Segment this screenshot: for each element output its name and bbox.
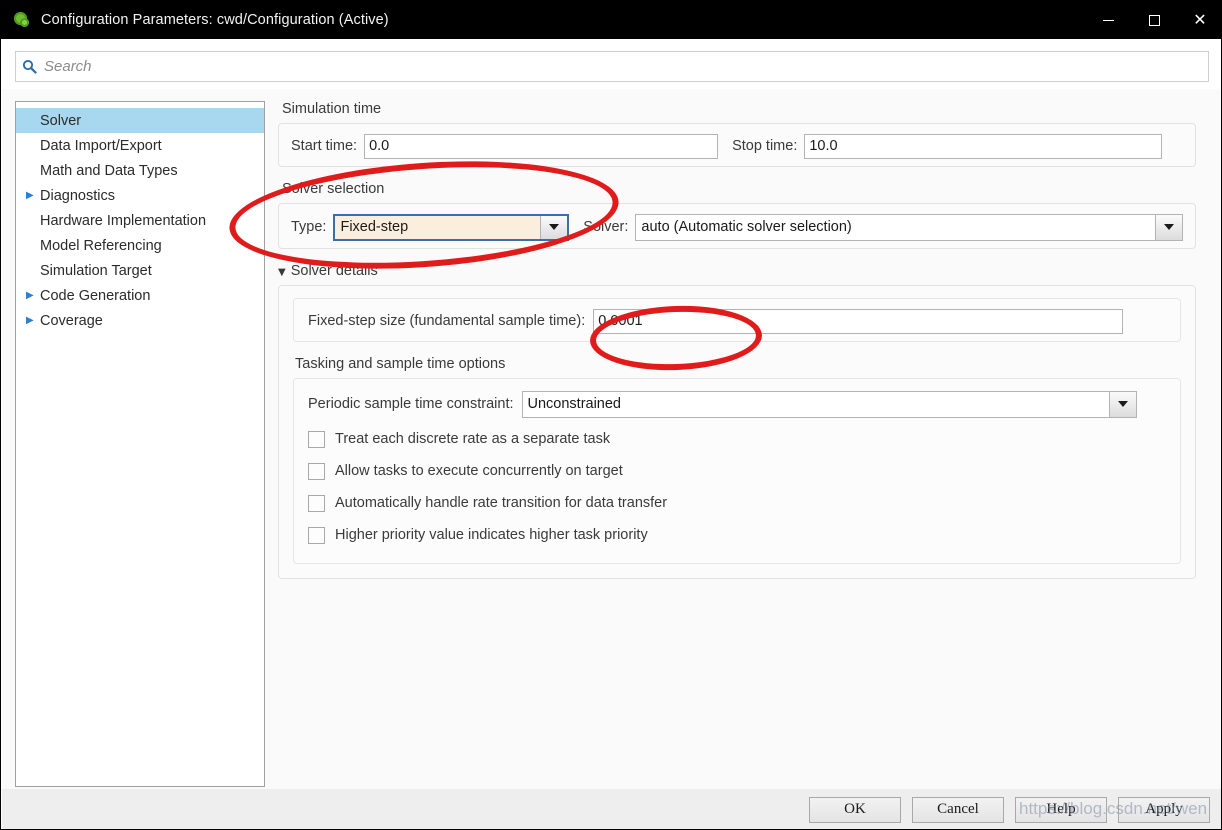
solver-type-value: Fixed-step: [335, 215, 541, 239]
checkbox-label: Allow tasks to execute concurrently on t…: [335, 463, 623, 479]
checkbox-concurrent-tasks[interactable]: [308, 462, 325, 480]
chevron-right-icon[interactable]: ▶: [26, 315, 40, 326]
caret-down-icon[interactable]: ▼: [278, 267, 286, 278]
search-input[interactable]: [42, 52, 1208, 81]
chevron-down-icon[interactable]: [1108, 391, 1136, 417]
checkbox-row-discrete-rate[interactable]: Treat each discrete rate as a separate t…: [308, 423, 1166, 455]
settings-tree[interactable]: Solver Data Import/Export Math and Data …: [15, 101, 265, 787]
start-time-input[interactable]: [364, 133, 719, 159]
chevron-down-icon[interactable]: [1155, 214, 1182, 240]
chevron-right-icon[interactable]: ▶: [26, 290, 40, 301]
solver-pane: Simulation time Start time: Stop time: S…: [278, 101, 1196, 579]
sidebar-item-data-import-export[interactable]: Data Import/Export: [16, 133, 264, 158]
title-bar: Configuration Parameters: cwd/Configurat…: [1, 1, 1221, 39]
dialog-body: Solver Data Import/Export Math and Data …: [2, 89, 1221, 789]
periodic-sample-time-value: Unconstrained: [527, 396, 622, 412]
simulation-time-panel: Start time: Stop time:: [278, 123, 1196, 167]
checkbox-label: Treat each discrete rate as a separate t…: [335, 431, 611, 447]
solver-value: auto (Automatic solver selection): [641, 219, 852, 235]
sidebar-item-model-referencing[interactable]: Model Referencing: [16, 233, 264, 258]
minimize-button[interactable]: [1085, 1, 1131, 39]
maximize-button[interactable]: [1131, 1, 1177, 39]
close-icon: ✕: [1193, 10, 1207, 29]
solver-selection-group-label: Solver selection: [282, 181, 385, 197]
sidebar-item-solver[interactable]: Solver: [16, 108, 264, 133]
checkbox-row-task-priority[interactable]: Higher priority value indicates higher t…: [308, 519, 1166, 551]
solver-type-dropdown[interactable]: Fixed-step: [333, 213, 570, 241]
sidebar-item-label: Data Import/Export: [40, 137, 162, 154]
window-title: Configuration Parameters: cwd/Configurat…: [41, 12, 389, 28]
sidebar-item-label: Math and Data Types: [40, 162, 178, 179]
sidebar-item-hardware-implementation[interactable]: Hardware Implementation: [16, 208, 264, 233]
window-controls: ✕: [1085, 1, 1221, 39]
sidebar-item-label: Model Referencing: [40, 237, 162, 254]
apply-button[interactable]: Apply: [1118, 796, 1210, 823]
simulink-gear-icon: [13, 11, 31, 29]
tasking-options-panel: Periodic sample time constraint: Unconst…: [293, 378, 1181, 564]
search-bar[interactable]: [15, 51, 1209, 82]
solver-details-panel: Fixed-step size (fundamental sample time…: [278, 285, 1196, 579]
sidebar-item-label: Solver: [40, 112, 82, 129]
help-button[interactable]: Help: [1015, 796, 1107, 823]
checkbox-label: Higher priority value indicates higher t…: [335, 527, 648, 543]
periodic-sample-time-label: Periodic sample time constraint:: [308, 396, 514, 412]
checkbox-label: Automatically handle rate transition for…: [335, 495, 668, 511]
sidebar-item-coverage[interactable]: ▶ Coverage: [16, 308, 264, 333]
sidebar-item-label: Code Generation: [40, 287, 151, 304]
configuration-parameters-window: Configuration Parameters: cwd/Configurat…: [0, 0, 1222, 830]
checkbox-rate-transition[interactable]: [308, 494, 325, 512]
solver-details-label-text: Solver details: [290, 263, 378, 279]
checkbox-row-rate-transition[interactable]: Automatically handle rate transition for…: [308, 487, 1166, 519]
stop-time-input[interactable]: [804, 133, 1163, 159]
search-icon: [16, 52, 42, 81]
sidebar-item-code-generation[interactable]: ▶ Code Generation: [16, 283, 264, 308]
fixed-step-panel: Fixed-step size (fundamental sample time…: [293, 298, 1181, 342]
solver-details-group-label[interactable]: ▼ Solver details: [278, 263, 1196, 279]
solver-selection-panel: Type: Fixed-step Solver: auto (Automatic…: [278, 203, 1196, 249]
fixed-step-size-input[interactable]: [593, 308, 1124, 334]
ok-button[interactable]: OK: [809, 796, 901, 823]
sidebar-item-simulation-target[interactable]: Simulation Target: [16, 258, 264, 283]
solver-type-label: Type:: [291, 219, 327, 235]
checkbox-task-priority[interactable]: [308, 526, 325, 544]
periodic-sample-time-dropdown[interactable]: Unconstrained: [521, 390, 1137, 418]
cancel-button[interactable]: Cancel: [912, 796, 1004, 823]
dialog-footer: OK Cancel Help Apply: [2, 789, 1221, 829]
sidebar-item-label: Hardware Implementation: [40, 212, 207, 229]
solver-label: Solver:: [583, 219, 629, 235]
checkbox-row-concurrent-tasks[interactable]: Allow tasks to execute concurrently on t…: [308, 455, 1166, 487]
chevron-down-icon[interactable]: [540, 215, 568, 239]
checkbox-discrete-rate[interactable]: [308, 430, 325, 448]
chevron-right-icon[interactable]: ▶: [26, 190, 40, 201]
sidebar-item-math-and-data-types[interactable]: Math and Data Types: [16, 158, 264, 183]
simulation-time-group-label: Simulation time: [282, 101, 382, 117]
start-time-label: Start time:: [291, 138, 358, 154]
sidebar-item-label: Diagnostics: [40, 187, 115, 204]
fixed-step-size-label: Fixed-step size (fundamental sample time…: [308, 313, 586, 329]
close-button[interactable]: ✕: [1177, 1, 1221, 39]
solver-dropdown[interactable]: auto (Automatic solver selection): [635, 213, 1183, 241]
sidebar-item-label: Simulation Target: [40, 262, 152, 279]
sidebar-item-label: Coverage: [40, 312, 103, 329]
sidebar-item-diagnostics[interactable]: ▶ Diagnostics: [16, 183, 264, 208]
tasking-options-group-label: Tasking and sample time options: [295, 356, 506, 372]
stop-time-label: Stop time:: [732, 138, 798, 154]
